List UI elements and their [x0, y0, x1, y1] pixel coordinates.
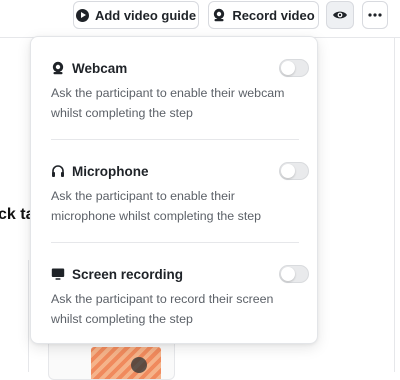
webcam-icon: [51, 61, 65, 75]
screen-recording-toggle[interactable]: [279, 265, 309, 283]
webcam-toggle[interactable]: [279, 59, 309, 77]
add-video-guide-button[interactable]: Add video guide: [73, 1, 199, 29]
play-icon: [75, 8, 89, 22]
toggle-knob: [281, 164, 295, 178]
divider: [51, 139, 299, 140]
more-horizontal-icon: [368, 13, 382, 17]
panel-edge-right: [394, 38, 395, 372]
option-description: Ask the participant to enable their micr…: [51, 189, 262, 223]
option-screen-recording: Screen recording Ask the participant to …: [51, 265, 309, 329]
eye-icon: [332, 9, 348, 21]
toggle-knob: [281, 267, 295, 281]
option-title: Screen recording: [72, 266, 184, 282]
option-title: Microphone: [72, 163, 149, 179]
record-video-label: Record video: [232, 7, 315, 23]
option-title: Webcam: [72, 60, 128, 76]
record-video-button[interactable]: Record video: [208, 1, 319, 29]
preview-button[interactable]: [326, 1, 354, 29]
option-description: Ask the participant to enable their webc…: [51, 86, 285, 120]
monitor-icon: [51, 267, 65, 281]
toggle-knob: [281, 61, 295, 75]
more-options-button[interactable]: [362, 1, 388, 29]
divider: [51, 242, 299, 243]
media-thumbnail: [91, 347, 161, 379]
option-description: Ask the participant to record their scre…: [51, 292, 274, 326]
add-video-guide-label: Add video guide: [94, 7, 197, 23]
panel-edge: [28, 260, 29, 372]
recording-options-popover: Webcam Ask the participant to enable the…: [30, 36, 318, 344]
microphone-toggle[interactable]: [279, 162, 309, 180]
option-webcam: Webcam Ask the participant to enable the…: [51, 59, 309, 123]
option-microphone: Microphone Ask the participant to enable…: [51, 162, 309, 226]
headphones-icon: [51, 164, 65, 178]
webcam-icon: [212, 8, 226, 22]
